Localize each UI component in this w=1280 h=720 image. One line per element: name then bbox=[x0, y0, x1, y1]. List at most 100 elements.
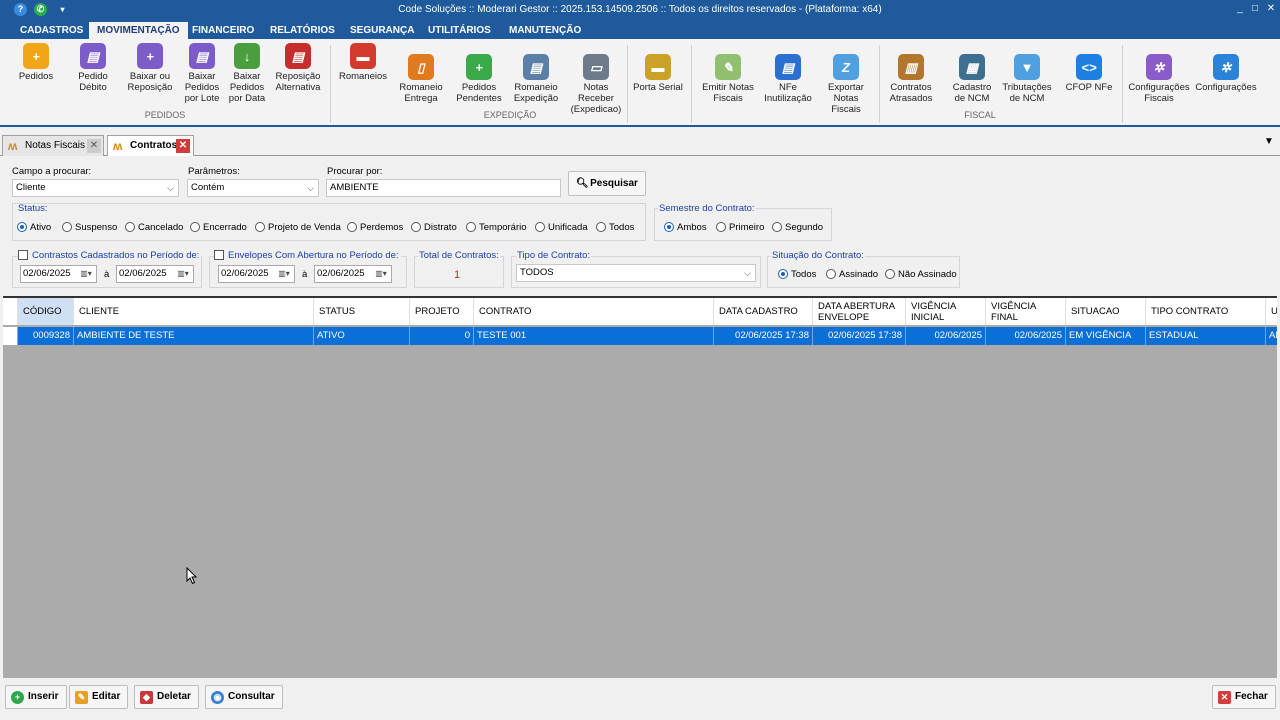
status-suspenso-radio[interactable]: Suspenso bbox=[62, 222, 117, 233]
ribbon-pedidos-pendentes[interactable]: + Pedidos Pendentes bbox=[455, 54, 503, 104]
periodo1-label[interactable]: Contrastos Cadastrados no Período de: bbox=[18, 250, 202, 261]
periodo2-label[interactable]: Envelopes Com Abertura no Período de: bbox=[214, 250, 401, 261]
status-todos-radio[interactable]: Todos bbox=[596, 222, 634, 233]
col-situacao[interactable]: SITUACAO bbox=[1066, 298, 1146, 325]
maximize-icon[interactable]: □ bbox=[1249, 3, 1261, 15]
semestre-ambos-radio[interactable]: Ambos bbox=[664, 222, 707, 233]
calendar-icon[interactable]: ▥▾ bbox=[79, 269, 93, 279]
ribbon-baixar-lote[interactable]: ▤ Baixar Pedidos por Lote bbox=[181, 43, 223, 104]
chevron-down-icon: ⌵ bbox=[307, 183, 314, 193]
status-encerrado-radio[interactable]: Encerrado bbox=[190, 222, 247, 233]
col-cliente[interactable]: CLIENTE bbox=[74, 298, 314, 325]
ribbon-reposicao-alternativa[interactable]: ▤ Reposição Alternativa bbox=[273, 43, 323, 93]
ribbon-porta-serial[interactable]: ▬ Porta Serial bbox=[632, 54, 684, 93]
situacao-assinado-radio[interactable]: Assinado bbox=[826, 269, 878, 280]
contracts-grid[interactable]: CÓDIGO CLIENTE STATUS PROJETO CONTRATO D… bbox=[3, 296, 1277, 678]
col-vigencia-final[interactable]: VIGÊNCIA FINAL bbox=[986, 298, 1066, 325]
semestre-segundo-radio[interactable]: Segundo bbox=[772, 222, 823, 233]
situacao-nao-assinado-radio[interactable]: Não Assinado bbox=[885, 269, 957, 280]
periodo2-from-date[interactable]: 02/06/2025 ▥▾ bbox=[218, 265, 295, 283]
ribbon-baixar-data[interactable]: ↓ Baixar Pedidos por Data bbox=[226, 43, 268, 104]
menu-cadastros[interactable]: CADASTROS bbox=[12, 22, 91, 39]
deletar-button[interactable]: ◆ Deletar bbox=[134, 685, 199, 709]
periodo1-to-date[interactable]: 02/06/2025 ▥▾ bbox=[116, 265, 194, 283]
cart-add-icon: + bbox=[23, 43, 49, 69]
periodo2-separator: à bbox=[302, 269, 308, 280]
periodo2-checkbox[interactable] bbox=[214, 250, 224, 260]
minimize-icon[interactable]: _ bbox=[1234, 3, 1246, 15]
ribbon-configuracoes-fiscais[interactable]: ✲ Configurações Fiscais bbox=[1127, 54, 1191, 104]
ribbon-baixar-reposicao[interactable]: + Baixar ou Reposição bbox=[126, 43, 174, 93]
col-vigencia-inicial[interactable]: VIGÊNCIA INICIAL bbox=[906, 298, 986, 325]
calendar-icon[interactable]: ▥▾ bbox=[374, 269, 388, 279]
menu-financeiro[interactable]: FINANCEIRO bbox=[184, 22, 262, 39]
ribbon-romaneio-entrega[interactable]: ▯ Romaneio Entrega bbox=[396, 54, 446, 104]
situacao-todos-radio[interactable]: Todos bbox=[778, 269, 816, 280]
ribbon-romaneios[interactable]: ▬ Romaneios bbox=[338, 43, 388, 82]
ribbon-configuracoes[interactable]: ✲ Configurações bbox=[1194, 54, 1258, 93]
basket-red-icon: ▤ bbox=[285, 43, 311, 69]
semestre-primeiro-radio[interactable]: Primeiro bbox=[716, 222, 764, 233]
delivery-phone-icon: ▯ bbox=[408, 54, 434, 80]
menu-movimentacao[interactable]: MOVIMENTAÇÃO bbox=[89, 22, 188, 39]
close-window-icon[interactable]: ✕ bbox=[1265, 3, 1277, 15]
ribbon-nfe-inutilizacao[interactable]: ▤ NFe Inutilização bbox=[762, 54, 814, 104]
ribbon-emitir-notas[interactable]: ✎ Emitir Notas Fiscais bbox=[699, 54, 757, 104]
tab-notas-fiscais[interactable]: ʍ Notas Fiscais ✕ bbox=[2, 135, 104, 156]
pesquisar-button[interactable]: 🔍︎ Pesquisar bbox=[568, 171, 646, 196]
status-ativo-radio[interactable]: Ativo bbox=[17, 222, 51, 233]
periodo1-checkbox[interactable] bbox=[18, 250, 28, 260]
group-expedicao: EXPEDIÇÃO bbox=[483, 110, 537, 120]
status-cancelado-radio[interactable]: Cancelado bbox=[125, 222, 183, 233]
status-projeto-venda-radio[interactable]: Projeto de Venda bbox=[255, 222, 341, 233]
periodo1-from-date[interactable]: 02/06/2025 ▥▾ bbox=[20, 265, 97, 283]
col-us[interactable]: US bbox=[1266, 298, 1277, 325]
status-unificada-radio[interactable]: Unificada bbox=[535, 222, 588, 233]
tabs-dropdown-icon[interactable]: ▼ bbox=[1264, 136, 1274, 147]
col-data-cadastro[interactable]: DATA CADASTRO bbox=[714, 298, 813, 325]
ribbon-exportar-notas[interactable]: Z Exportar Notas Fiscais bbox=[822, 54, 870, 115]
calendar-icon[interactable]: ▥▾ bbox=[277, 269, 291, 279]
campo-select[interactable]: Cliente ⌵ bbox=[12, 179, 179, 197]
ribbon-pedidos[interactable]: + Pedidos bbox=[14, 43, 58, 82]
basket-down-icon: ▤ bbox=[189, 43, 215, 69]
ribbon-notas-receber[interactable]: ▭ Notas Receber (Expedicao) bbox=[569, 54, 623, 115]
editar-button[interactable]: ✎ Editar bbox=[69, 685, 129, 709]
col-tipo-contrato[interactable]: TIPO CONTRATO bbox=[1146, 298, 1266, 325]
col-data-abertura[interactable]: DATA ABERTURA ENVELOPE bbox=[813, 298, 906, 325]
tipo-select[interactable]: TODOS ⌵ bbox=[516, 264, 756, 282]
status-perdemos-radio[interactable]: Perdemos bbox=[347, 222, 403, 233]
eye-icon: ◉ bbox=[211, 691, 224, 704]
group-pedidos: PEDIDOS bbox=[144, 110, 186, 120]
ribbon-pedido-debito[interactable]: ▤ Pedido Débito bbox=[70, 43, 116, 93]
ribbon-contratos-atrasados[interactable]: ▥ Contratos Atrasados bbox=[884, 54, 938, 104]
status-temporario-radio[interactable]: Temporário bbox=[466, 222, 527, 233]
periodo2-to-date[interactable]: 02/06/2025 ▥▾ bbox=[314, 265, 392, 283]
col-codigo[interactable]: CÓDIGO bbox=[18, 298, 74, 325]
consultar-button[interactable]: ◉ Consultar bbox=[205, 685, 283, 709]
calendar-icon[interactable]: ▥▾ bbox=[176, 269, 190, 279]
ribbon-cfop-nfe[interactable]: <> CFOP NFe bbox=[1062, 54, 1116, 93]
col-projeto[interactable]: PROJETO bbox=[410, 298, 474, 325]
col-contrato[interactable]: CONTRATO bbox=[474, 298, 714, 325]
menu-manutencao[interactable]: MANUTENÇÃO bbox=[501, 22, 589, 39]
mouse-cursor-icon bbox=[186, 567, 198, 585]
inserir-button[interactable]: + Inserir bbox=[5, 685, 67, 709]
status-distrato-radio[interactable]: Distrato bbox=[411, 222, 457, 233]
close-tab-icon[interactable]: ✕ bbox=[176, 139, 190, 153]
ribbon-romaneio-expedicao[interactable]: ▤ Romaneio Expedição bbox=[511, 54, 561, 104]
col-status[interactable]: STATUS bbox=[314, 298, 410, 325]
app-logo-icon: ʍ bbox=[113, 139, 123, 153]
close-tab-icon[interactable]: ✕ bbox=[87, 139, 101, 153]
ribbon-cadastro-ncm[interactable]: ▦ Cadastro de NCM bbox=[948, 54, 996, 104]
menu-relatorios[interactable]: RELATÓRIOS bbox=[262, 22, 343, 39]
menu-utilitarios[interactable]: UTILITÁRIOS bbox=[420, 22, 499, 39]
menu-seguranca[interactable]: SEGURANÇA bbox=[342, 22, 422, 39]
parametros-select[interactable]: Contém ⌵ bbox=[187, 179, 319, 197]
fechar-button[interactable]: ✕ Fechar bbox=[1212, 685, 1276, 709]
chevron-down-icon: ⌵ bbox=[744, 268, 751, 278]
ribbon-tributacoes-ncm[interactable]: ▼ Tributações de NCM bbox=[1000, 54, 1054, 104]
procurar-input[interactable]: AMBIENTE bbox=[326, 179, 561, 197]
table-row[interactable]: 0009328 AMBIENTE DE TESTE ATIVO 0 TESTE … bbox=[3, 327, 1277, 345]
tab-contratos[interactable]: ʍ Contratos ✕ bbox=[107, 135, 194, 156]
